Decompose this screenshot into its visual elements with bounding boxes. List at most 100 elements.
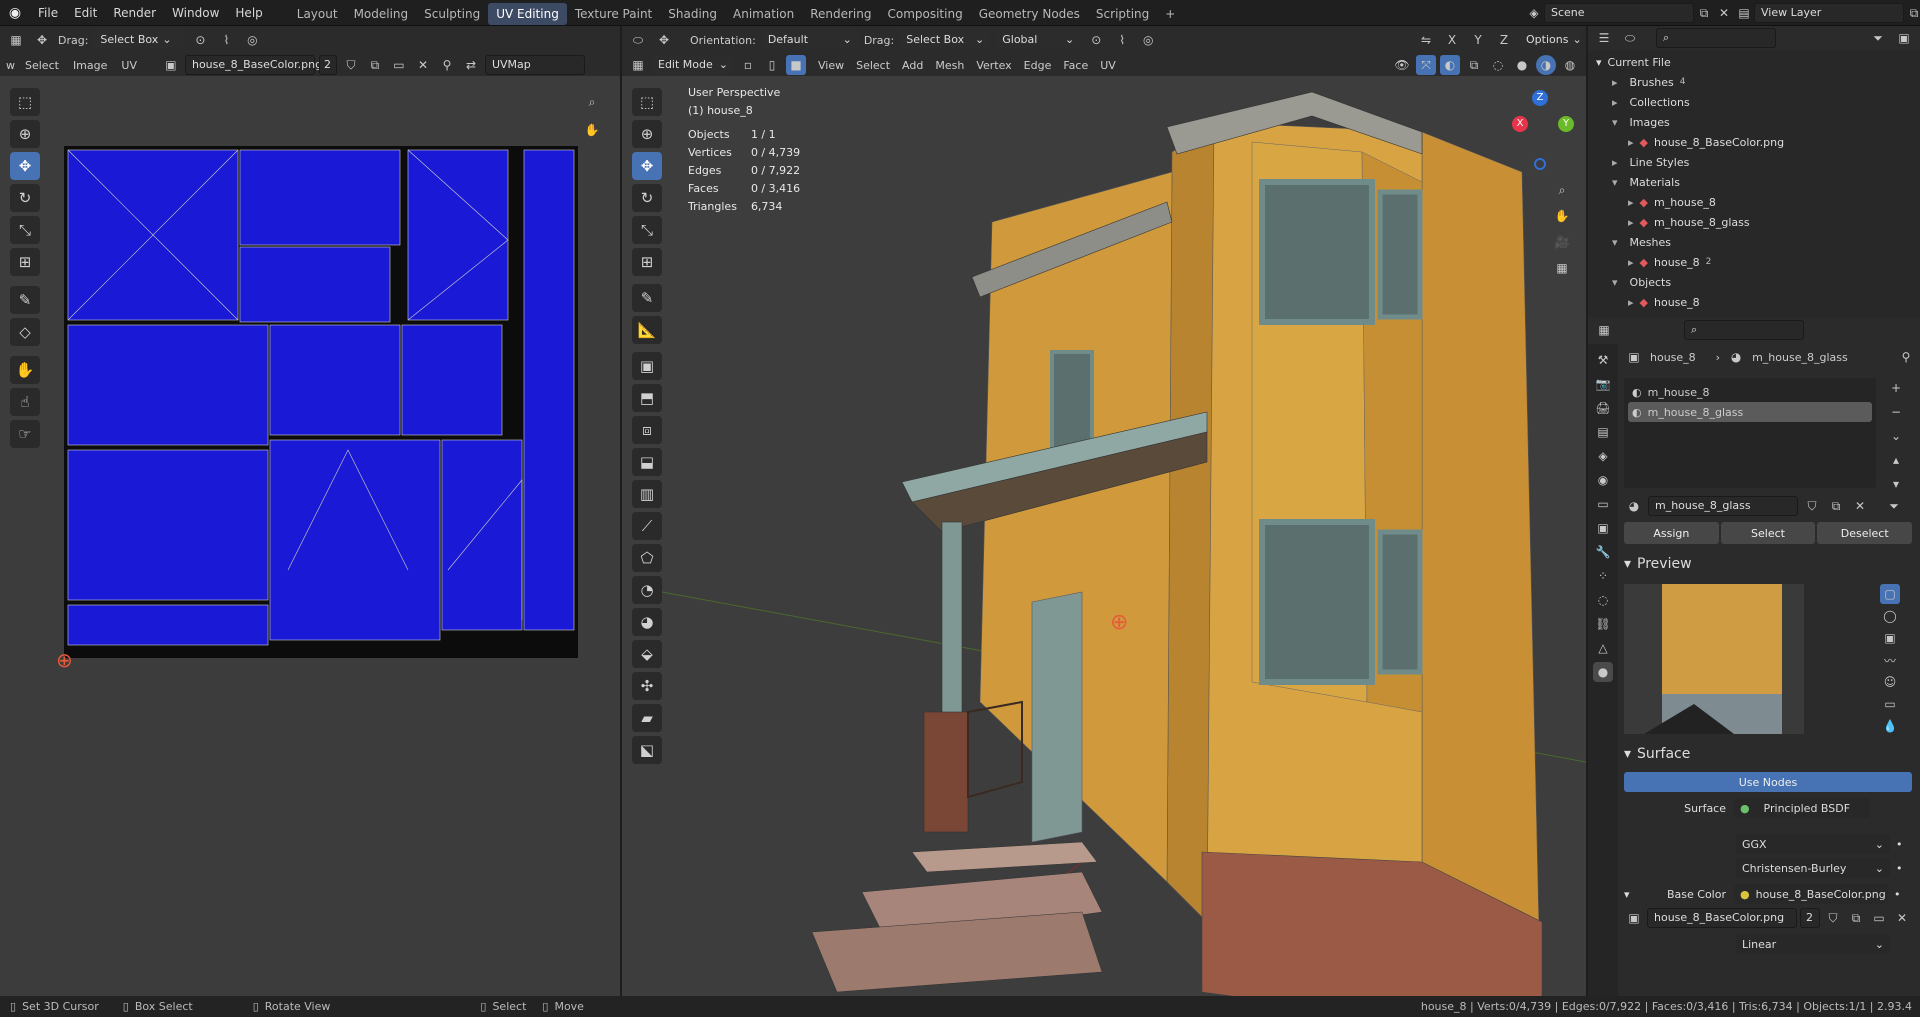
material-slot[interactable]: ◐ m_house_8 [1628,382,1872,402]
pivot-icon[interactable]: ⊙ [190,30,210,50]
menu-help[interactable]: Help [227,0,270,26]
fake-user-icon[interactable]: ⛉ [1823,908,1843,928]
uvmap-field[interactable]: UVMap [484,55,585,75]
tab-scripting[interactable]: Scripting [1088,3,1157,25]
disclosure-icon[interactable]: ▸ [1628,296,1634,309]
material-browse-icon[interactable]: ◕ [1624,496,1644,516]
view-layer-tab-icon[interactable]: ▤ [1593,422,1613,442]
smooth-tool[interactable]: ◕ [632,608,662,636]
tab-compositing[interactable]: Compositing [879,3,970,25]
gizmo-z-axis[interactable]: Z [1532,90,1548,106]
new-image-icon[interactable]: ⧉ [365,55,385,75]
output-tab-icon[interactable]: 🖨 [1593,398,1613,418]
transform-tool[interactable]: ⊞ [632,248,662,276]
bevel-tool[interactable]: ⬓ [632,448,662,476]
spin-tool[interactable]: ◔ [632,576,662,604]
gizmo-x-axis[interactable]: X [1512,116,1528,132]
3d-cursor-icon[interactable]: ⊕ [1110,610,1128,635]
surface-panel-header[interactable]: ▾ Surface [1624,742,1690,766]
mirror-icon[interactable]: ⇋ [1416,30,1436,50]
scale-tool[interactable]: ⤡ [10,216,40,244]
menu-edit[interactable]: Edit [66,0,105,26]
snap-icon[interactable]: ⌇ [1112,30,1132,50]
remove-slot-icon[interactable]: − [1886,402,1906,422]
preview-hair-icon[interactable]: 〰 [1880,650,1900,670]
open-image-icon[interactable]: ▭ [389,55,409,75]
object-tab-icon[interactable]: ▣ [1593,518,1613,538]
annotate-tool[interactable]: ✎ [10,286,40,314]
menu-render[interactable]: Render [105,0,164,26]
subsurface-method-select[interactable]: Christensen-Burley ⌄ [1736,858,1890,878]
menu-uv[interactable]: UV [121,59,137,72]
image-name-field[interactable]: house_8_BaseColor.png [1647,908,1797,928]
disclosure-icon[interactable]: ▸ [1628,256,1634,269]
tab-shading[interactable]: Shading [660,3,725,25]
pan-hand-icon[interactable]: ✋ [582,120,602,140]
axis-y-toggle[interactable]: Y [1468,30,1488,50]
uv-texture-canvas[interactable] [64,146,578,658]
distribution-select[interactable]: GGX ⌄ [1736,834,1890,854]
use-nodes-button[interactable]: Use Nodes [1624,772,1912,792]
image-users-field[interactable]: 2 [318,55,337,75]
tree-item[interactable]: ▸ ◆ house_8 2 [1596,252,1912,272]
image-name-field[interactable]: house_8_BaseColor.png [184,55,322,75]
tree-item[interactable]: ▸ ◆ m_house_8 [1596,192,1912,212]
loop-cut-tool[interactable]: ▥ [632,480,662,508]
image-browse-icon[interactable]: ▣ [1624,908,1644,928]
unlink-image-icon[interactable]: ✕ [413,55,433,75]
menu-select[interactable]: Select [25,59,59,72]
tab-layout[interactable]: Layout [289,3,346,25]
keyframe-dot-icon[interactable]: • [1896,838,1903,851]
cursor-tool[interactable]: ⊕ [632,120,662,148]
menu-image[interactable]: Image [73,59,107,72]
tab-uv-editing[interactable]: UV Editing [488,2,567,25]
tab-rendering[interactable]: Rendering [802,3,879,25]
image-browse-icon[interactable]: ▣ [161,55,181,75]
scene-field[interactable]: Scene [1544,3,1694,23]
physics-tab-icon[interactable]: ◌ [1593,590,1613,610]
slot-menu-icon[interactable]: ⌄ [1886,426,1906,446]
preview-fluid-icon[interactable]: 💧 [1880,716,1900,736]
interpolation-select[interactable]: Linear ⌄ [1736,934,1890,954]
tool-tab-icon[interactable]: ⚒ [1593,350,1613,370]
disclosure-icon[interactable]: ▾ [1596,56,1602,69]
drag-select[interactable]: Select Box ⌄ [900,30,991,50]
view-layer-field[interactable]: View Layer [1754,3,1904,23]
scene-tab-icon[interactable]: ◈ [1593,446,1613,466]
move-tool[interactable]: ✥ [10,152,40,180]
menu-view-cut[interactable]: w [6,59,15,72]
tree-item[interactable]: ▸ Line Styles [1596,152,1912,172]
display-mode-icon[interactable]: ⬭ [1620,28,1640,48]
collection-tab-icon[interactable]: ▭ [1593,494,1613,514]
viewport-editor-type-icon[interactable]: ⬭ [628,30,648,50]
disclosure-icon[interactable]: ▸ [1628,136,1634,149]
filter-icon[interactable]: ⏷ [1868,28,1888,48]
material-name-field[interactable]: m_house_8_glass [1648,496,1798,516]
camera-icon[interactable]: 🎥 [1552,232,1572,252]
select-box-tool[interactable]: ⬚ [10,88,40,116]
disclosure-icon[interactable]: ▸ [1628,216,1634,229]
unlink-material-icon[interactable]: ✕ [1850,496,1870,516]
proportional-icon[interactable]: ◎ [242,30,262,50]
keyframe-dot-icon[interactable]: • [1894,888,1901,901]
scene-copy-icon[interactable]: ⧉ [1694,3,1714,23]
editor-type-icon[interactable]: ▦ [6,30,26,50]
preview-cube-icon[interactable]: ▣ [1880,628,1900,648]
disclosure-icon[interactable]: ▾ [1624,888,1644,901]
tab-sculpting[interactable]: Sculpting [416,3,488,25]
transform-orientation-select[interactable]: Global ⌄ [996,30,1081,50]
tree-item[interactable]: ▸ ◆ m_house_8_glass [1596,212,1912,232]
disclosure-icon[interactable]: ▾ [1612,236,1618,249]
image-users-field[interactable]: 2 [1800,908,1820,928]
tree-root[interactable]: ▾ Current File [1596,52,1912,72]
move-tool-icon[interactable]: ✥ [32,30,52,50]
keyframe-dot-icon[interactable]: • [1896,862,1903,875]
disclosure-icon[interactable]: ▸ [1628,196,1634,209]
gizmo-y-axis[interactable]: Y [1558,116,1574,132]
render-tab-icon[interactable]: 📷 [1593,374,1613,394]
disclosure-icon[interactable]: ▾ [1612,116,1618,129]
pin-icon[interactable]: ⚲ [437,55,457,75]
blender-logo-icon[interactable]: ◉ [0,0,30,26]
particles-tab-icon[interactable]: ⁘ [1593,566,1613,586]
view-layer-copy-icon[interactable]: ⧉ [1904,3,1920,23]
